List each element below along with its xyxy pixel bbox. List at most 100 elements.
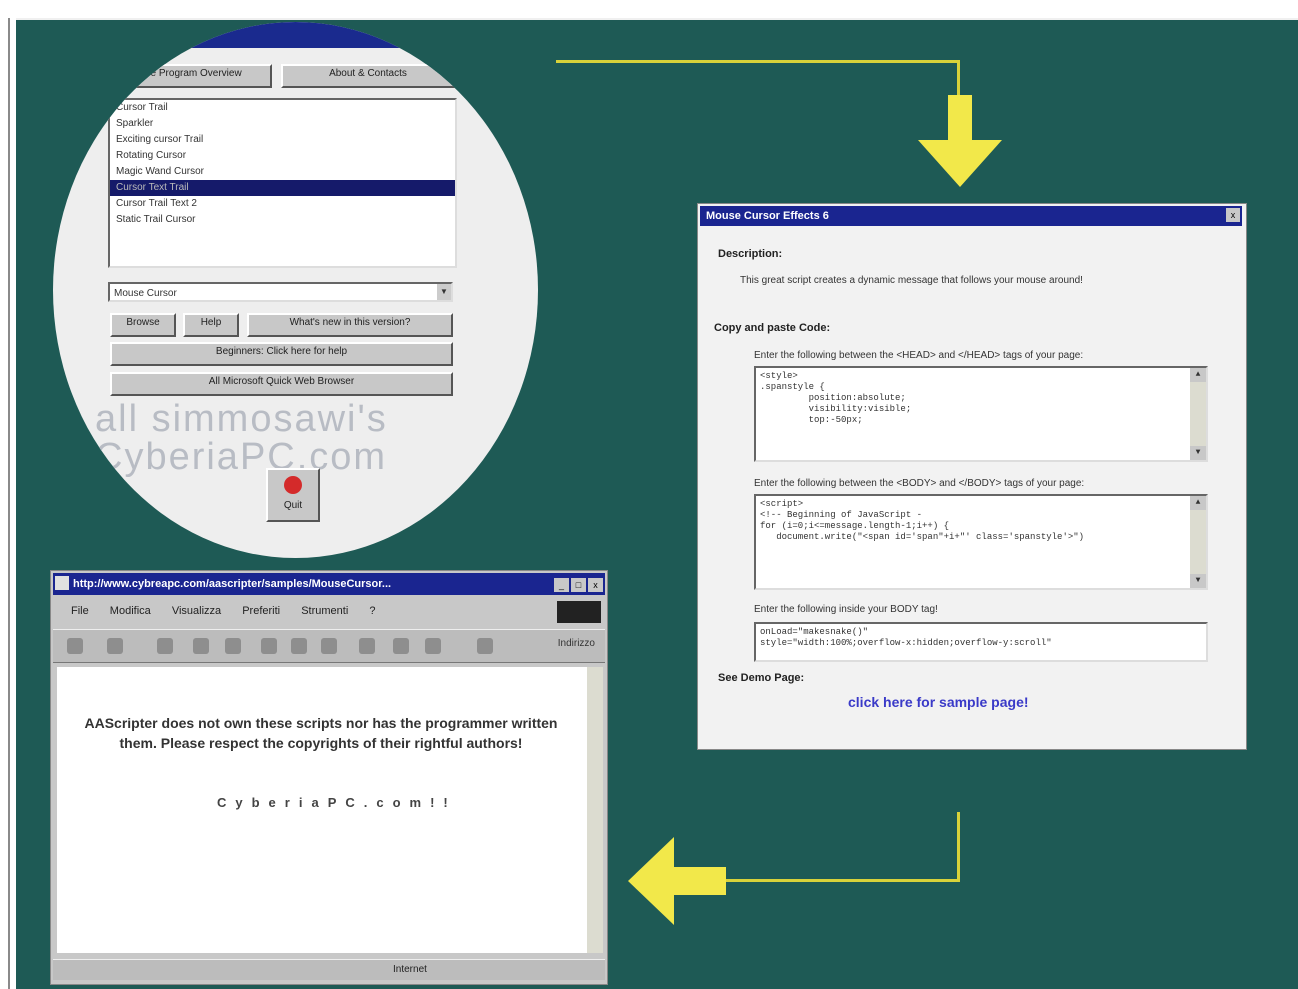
discuss-icon[interactable] <box>477 638 493 654</box>
scroll-down-icon[interactable]: ▼ <box>1190 446 1206 460</box>
menu-titlebar <box>118 22 478 48</box>
refresh-icon[interactable] <box>193 638 209 654</box>
watermark: all simmosawi's CyberiaPC.com <box>95 400 388 476</box>
print-icon[interactable] <box>393 638 409 654</box>
stop-icon[interactable] <box>157 638 173 654</box>
throbber-logo <box>557 601 601 623</box>
whats-new-button[interactable]: What's new in this version? <box>247 313 453 337</box>
menu-strumenti[interactable]: Strumenti <box>301 605 348 617</box>
code-line: top:-50px; <box>760 415 863 425</box>
menu-help[interactable]: ? <box>369 605 375 617</box>
code-line: onLoad="makesnake()" <box>760 627 869 637</box>
history-icon[interactable] <box>321 638 337 654</box>
list-item[interactable]: Cursor Trail <box>110 100 455 116</box>
quick-web-browser-button[interactable]: All Microsoft Quick Web Browser <box>110 372 453 396</box>
code-line: .spanstyle { <box>760 382 825 392</box>
signature-text: CyberiaPC.com!! <box>217 795 457 810</box>
arrow-left-icon <box>628 837 726 925</box>
list-item[interactable]: Magic Wand Cursor <box>110 164 455 180</box>
forward-icon[interactable] <box>107 638 123 654</box>
body-code-textarea[interactable]: <script> <!-- Beginning of JavaScript - … <box>754 494 1208 590</box>
close-button[interactable]: x <box>1226 208 1240 222</box>
list-item[interactable]: Exciting cursor Trail <box>110 132 455 148</box>
toolbar: Indirizzo <box>53 629 605 663</box>
body-instruction: Enter the following between the <BODY> a… <box>754 478 1085 489</box>
script-listbox[interactable]: Cursor Trail Sparkler Exciting cursor Tr… <box>108 98 457 268</box>
menu-file[interactable]: File <box>71 605 89 617</box>
menu-modifica[interactable]: Modifica <box>110 605 151 617</box>
disclaimer-text: AAScripter does not own these scripts no… <box>84 715 558 751</box>
code-line: <style> <box>760 371 798 381</box>
home-icon[interactable] <box>225 638 241 654</box>
code-line: <script> <box>760 499 804 509</box>
menu-bar: File Modifica Visualizza Preferiti Strum… <box>53 599 605 623</box>
list-item[interactable]: Sparkler <box>110 116 455 132</box>
stop-icon <box>284 476 302 494</box>
connector-line-bottom-vertical <box>957 812 960 882</box>
connector-line-top-vertical <box>957 60 960 100</box>
scroll-down-icon[interactable]: ▼ <box>1190 574 1206 588</box>
maximize-button[interactable]: □ <box>571 578 586 592</box>
back-icon[interactable] <box>67 638 83 654</box>
dialog-title: Mouse Cursor Effects 6 <box>700 206 1242 226</box>
page-content: AAScripter does not own these scripts no… <box>57 667 603 953</box>
head-code-textarea[interactable]: <style> .spanstyle { position:absolute; … <box>754 366 1208 462</box>
code-line: visibility:visible; <box>760 404 912 414</box>
arrow-down-icon <box>918 95 1002 187</box>
quit-button[interactable]: Quit <box>266 468 320 522</box>
scrollbar[interactable]: ▲ ▼ <box>1190 368 1206 460</box>
category-combo-value: Mouse Cursor <box>114 288 177 299</box>
code-line: document.write("<span id='span"+i+"' cla… <box>760 532 1085 542</box>
scrollbar[interactable] <box>587 667 603 953</box>
address-label: Indirizzo <box>557 638 595 649</box>
search-icon[interactable] <box>261 638 277 654</box>
watermark-line-2: CyberiaPC.com <box>95 436 388 478</box>
program-menu-circle: See Program Overview About & Contacts Cu… <box>53 22 538 558</box>
list-item[interactable]: Static Trail Cursor <box>110 212 455 228</box>
sample-page-link[interactable]: click here for sample page! <box>848 694 1029 710</box>
browser-icon <box>55 576 69 590</box>
description-text: This great script creates a dynamic mess… <box>740 275 1083 286</box>
close-button[interactable]: x <box>588 578 603 592</box>
list-item[interactable]: Cursor Trail Text 2 <box>110 196 455 212</box>
scrollbar[interactable]: ▲ ▼ <box>1190 496 1206 588</box>
list-item-selected[interactable]: Cursor Text Trail <box>110 180 455 196</box>
scroll-up-icon[interactable]: ▲ <box>1190 496 1206 510</box>
connector-line-top <box>556 60 960 63</box>
scroll-up-icon[interactable]: ▲ <box>1190 368 1206 382</box>
code-line: <!-- Beginning of JavaScript - <box>760 510 923 520</box>
browse-button[interactable]: Browse <box>110 313 176 337</box>
code-line: style="width:100%;overflow-x:hidden;over… <box>760 638 1052 648</box>
tag-instruction: Enter the following inside your BODY tag… <box>754 604 938 615</box>
status-bar: Internet <box>53 959 605 980</box>
beginners-help-button[interactable]: Beginners: Click here for help <box>110 342 453 366</box>
browser-title: http://www.cybreapc.com/aascripter/sampl… <box>53 573 605 595</box>
help-button[interactable]: Help <box>183 313 239 337</box>
tag-code-textarea[interactable]: onLoad="makesnake()" style="width:100%;o… <box>754 622 1208 662</box>
head-instruction: Enter the following between the <HEAD> a… <box>754 350 1084 361</box>
watermark-line-1: all simmosawi's <box>95 398 388 440</box>
chevron-down-icon[interactable]: ▼ <box>437 284 451 300</box>
menu-visualizza[interactable]: Visualizza <box>172 605 221 617</box>
code-line: for (i=0;i<=message.length-1;i++) { <box>760 521 950 531</box>
mail-icon[interactable] <box>359 638 375 654</box>
favorites-icon[interactable] <box>291 638 307 654</box>
category-combo[interactable]: Mouse Cursor ▼ <box>108 282 453 302</box>
quit-label: Quit <box>283 500 303 511</box>
minimize-button[interactable]: _ <box>554 578 569 592</box>
about-contacts-button[interactable]: About & Contacts <box>281 64 455 88</box>
left-border <box>8 18 10 989</box>
menu-preferiti[interactable]: Preferiti <box>242 605 280 617</box>
window-controls: _ □ x <box>552 575 603 593</box>
list-item[interactable]: Rotating Cursor <box>110 148 455 164</box>
edit-icon[interactable] <box>425 638 441 654</box>
top-border <box>16 18 1298 20</box>
script-details-dialog: Mouse Cursor Effects 6 x Description: Th… <box>697 203 1247 750</box>
internet-zone: Internet <box>393 964 427 975</box>
connector-line-bottom <box>700 879 960 882</box>
program-overview-button[interactable]: See Program Overview <box>108 64 272 88</box>
browser-window: http://www.cybreapc.com/aascripter/sampl… <box>50 570 608 985</box>
copy-code-label: Copy and paste Code: <box>714 322 831 334</box>
demo-page-label: See Demo Page: <box>718 672 805 684</box>
description-label: Description: <box>718 248 783 260</box>
